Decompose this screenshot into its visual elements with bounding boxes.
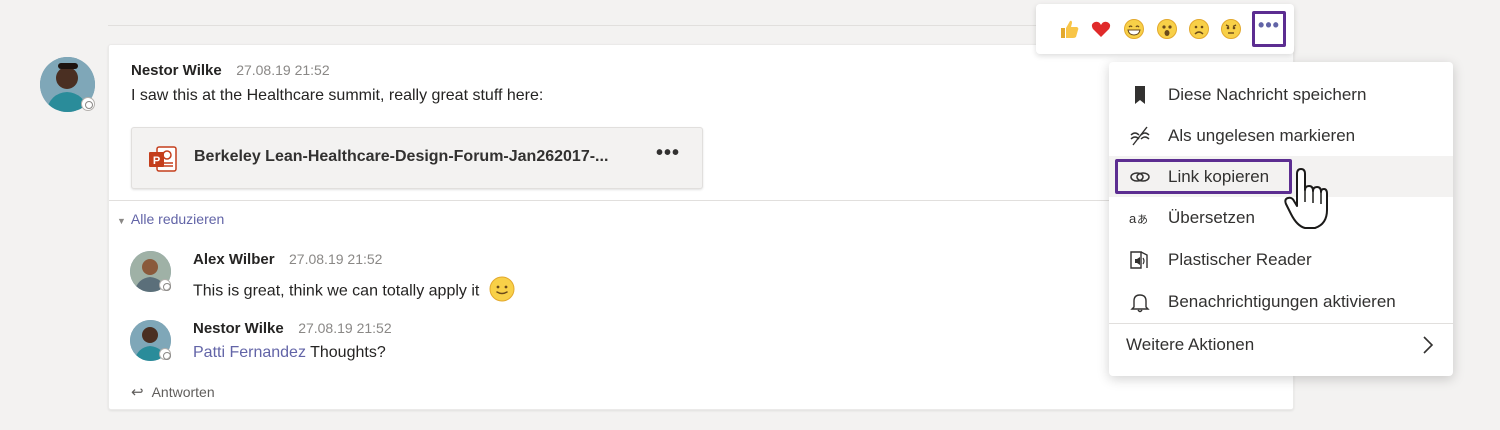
svg-text:あ: あ <box>1137 213 1148 226</box>
file-name[interactable]: Berkeley Lean-Healthcare-Design-Forum-Ja… <box>194 148 608 166</box>
hand-cursor-icon <box>1283 166 1329 232</box>
file-more-options-button[interactable]: ••• <box>656 142 680 165</box>
heart-icon[interactable] <box>1090 18 1112 40</box>
status-icon <box>81 97 95 111</box>
caret-down-icon: ▼ <box>117 216 126 226</box>
menu-item-label: Als ungelesen markieren <box>1168 126 1356 145</box>
menu-item-label: Diese Nachricht speichern <box>1168 85 1367 104</box>
status-icon <box>159 279 171 291</box>
menu-item-label: Benachrichtigungen aktivieren <box>1168 292 1396 311</box>
bell-icon <box>1129 291 1151 313</box>
message-time: 27.08.19 21:52 <box>298 320 392 336</box>
like-icon[interactable] <box>1058 18 1080 40</box>
menu-item-copy-link[interactable]: Link kopieren <box>1109 156 1453 197</box>
reply-arrow-icon: ↩ <box>131 384 144 401</box>
message-time: 27.08.19 21:52 <box>236 62 330 78</box>
menu-item-immersive-reader[interactable]: Plastischer Reader <box>1109 239 1453 280</box>
menu-item-save-message[interactable]: Diese Nachricht speichern <box>1109 74 1453 115</box>
author-name[interactable]: Nestor Wilke <box>131 62 222 79</box>
svg-text:a: a <box>1129 211 1137 226</box>
menu-item-label: Übersetzen <box>1168 208 1255 227</box>
reply-header: Alex Wilber 27.08.19 21:52 <box>193 251 382 269</box>
chevron-right-icon[interactable] <box>1421 334 1435 356</box>
context-menu: Diese Nachricht speichern Als ungelesen … <box>1109 62 1453 376</box>
reply-text-content: Thoughts? <box>310 344 386 361</box>
surprised-icon[interactable] <box>1156 18 1178 40</box>
translate-icon: aあ <box>1129 207 1151 229</box>
mention-link[interactable]: Patti Fernandez <box>193 344 306 361</box>
collapse-all-label: Alle reduzieren <box>130 211 225 227</box>
reply-button[interactable]: ↩ Antworten <box>131 383 215 401</box>
root-message-text: I saw this at the Healthcare summit, rea… <box>131 87 544 104</box>
sad-icon[interactable] <box>1188 18 1210 40</box>
menu-item-label: Plastischer Reader <box>1168 250 1312 269</box>
reply-text-content: This is great, think we can totally appl… <box>193 282 480 300</box>
menu-item-translate[interactable]: aあ Übersetzen <box>1109 197 1453 238</box>
menu-item-turn-on-notifications[interactable]: Benachrichtigungen aktivieren <box>1109 281 1453 322</box>
bookmark-icon <box>1129 84 1151 106</box>
message-time: 27.08.19 21:52 <box>289 251 383 267</box>
reply-header: Nestor Wilke 27.08.19 21:52 <box>193 320 392 338</box>
file-attachment[interactable]: P Berkeley Lean-Healthcare-Design-Forum-… <box>131 127 703 189</box>
more-actions-item[interactable]: Weitere Aktionen <box>1126 335 1254 355</box>
slightly-smiling-icon <box>488 275 516 308</box>
collapse-all-link[interactable]: ▼ Alle reduzieren <box>117 211 224 227</box>
angry-icon[interactable] <box>1220 18 1242 40</box>
reply-label: Antworten <box>151 384 215 400</box>
menu-item-mark-unread[interactable]: Als ungelesen markieren <box>1109 115 1453 156</box>
reaction-bar: ••• <box>1036 4 1294 54</box>
mark-unread-icon <box>1129 125 1151 147</box>
author-name[interactable]: Alex Wilber <box>193 251 275 268</box>
svg-text:P: P <box>153 155 160 167</box>
laugh-icon[interactable] <box>1123 18 1145 40</box>
root-message-header: Nestor Wilke 27.08.19 21:52 <box>131 62 330 80</box>
menu-divider <box>1109 323 1453 324</box>
status-icon <box>159 348 171 360</box>
author-name[interactable]: Nestor Wilke <box>193 320 284 337</box>
reply-text: This is great, think we can totally appl… <box>193 275 516 308</box>
highlight-frame <box>1115 159 1292 194</box>
powerpoint-icon: P <box>148 144 178 179</box>
more-options-button[interactable]: ••• <box>1252 11 1286 47</box>
immersive-reader-icon <box>1129 249 1151 271</box>
reply-text: Patti Fernandez Thoughts? <box>193 344 386 362</box>
